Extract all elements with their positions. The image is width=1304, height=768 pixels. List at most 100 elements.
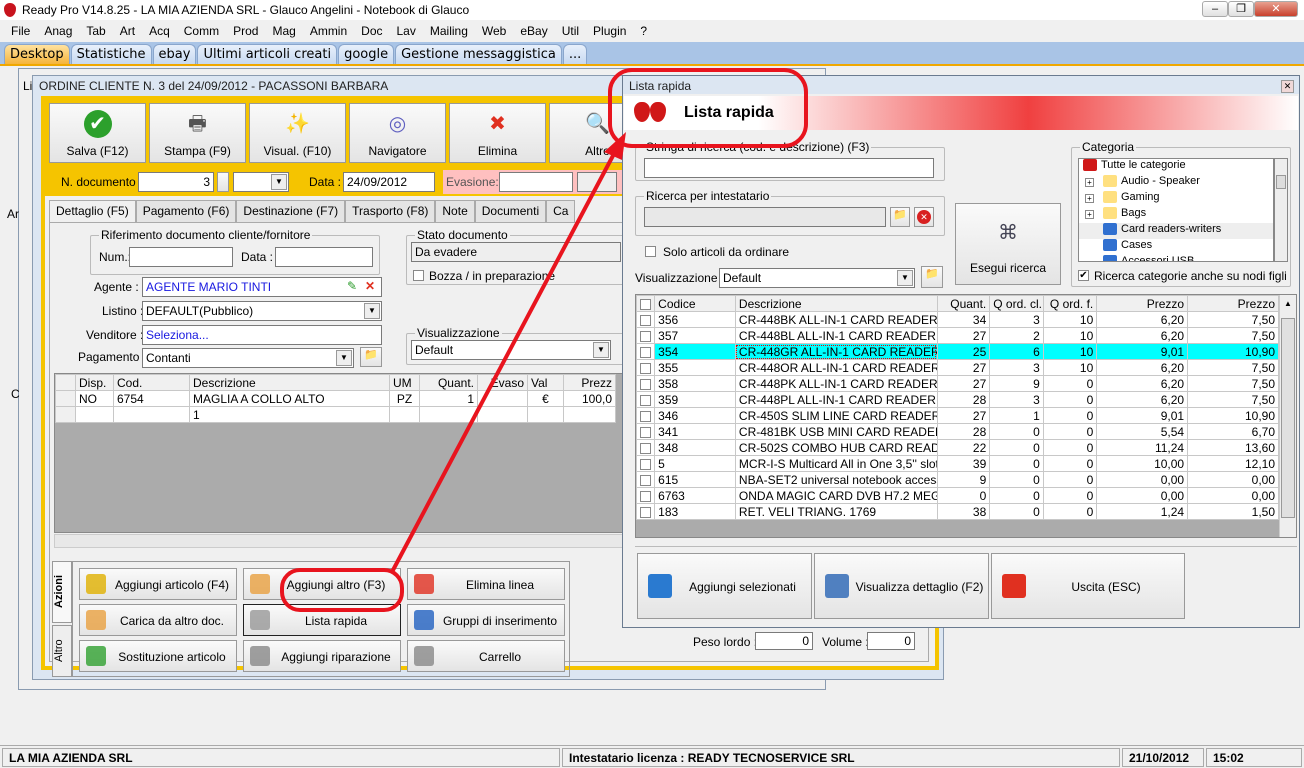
results-cell[interactable]: 2: [989, 327, 1044, 344]
results-cell[interactable]: 27: [936, 407, 991, 424]
results-cell[interactable]: 358: [654, 375, 736, 392]
results-cell[interactable]: 10,90: [1187, 407, 1279, 424]
aggiungi-selezionati-button[interactable]: Aggiungi selezionati: [637, 553, 812, 619]
toolbar-navigatore-button[interactable]: ◎ Navigatore: [349, 103, 446, 163]
toolbar-salva-f12-button[interactable]: ✔ Salva (F12): [49, 103, 146, 163]
results-header-codice[interactable]: Codice: [654, 295, 736, 312]
results-cell[interactable]: 6,70: [1187, 423, 1279, 440]
results-cell[interactable]: 0: [989, 455, 1044, 472]
results-cell[interactable]: 346: [654, 407, 736, 424]
results-header-prezzo[interactable]: Prezzo: [1187, 295, 1279, 312]
results-row[interactable]: 615 NBA-SET2 universal notebook access...…: [636, 471, 1279, 488]
results-cell[interactable]: 0: [1042, 391, 1098, 408]
grid-header-descrizione[interactable]: Descrizione: [189, 374, 390, 391]
category-node-accessori-usb[interactable]: Accessori USB: [1079, 255, 1273, 261]
results-cell[interactable]: 1,50: [1187, 503, 1279, 520]
menu-web[interactable]: Web: [475, 24, 513, 38]
expand-plus-icon[interactable]: +: [1085, 210, 1094, 219]
results-cell[interactable]: 356: [654, 311, 736, 328]
results-cell[interactable]: 615: [654, 471, 736, 488]
results-cell[interactable]: CR-448PL ALL-IN-1 CARD READER P...: [734, 391, 938, 408]
ndoc-series-select[interactable]: ▼: [233, 172, 289, 192]
results-scrollbar[interactable]: ▲: [1279, 295, 1296, 537]
bozza-checkbox[interactable]: [413, 270, 424, 281]
menu-lav[interactable]: Lav: [390, 24, 423, 38]
results-cell[interactable]: 0: [1042, 487, 1098, 504]
results-cell[interactable]: 6763: [654, 487, 736, 504]
category-node-tutte-le-categorie[interactable]: Tutte le categorie: [1079, 159, 1273, 175]
row-checkbox[interactable]: [636, 359, 656, 376]
results-cell[interactable]: 0: [1042, 407, 1098, 424]
results-row[interactable]: 183 RET. VELI TRIANG. 1769 38 0 0 1,24 1,50: [636, 503, 1279, 520]
row-checkbox[interactable]: [636, 391, 656, 408]
results-row[interactable]: 355 CR-448OR ALL-IN-1 CARD READER ... 27 3 1…: [636, 359, 1279, 376]
toolbar-stampa-f9-button[interactable]: 🖶 Stampa (F9): [149, 103, 246, 163]
tab-ebay[interactable]: ebay: [152, 44, 197, 64]
results-cell[interactable]: 0: [989, 503, 1044, 520]
results-cell[interactable]: 0: [936, 487, 991, 504]
results-cell[interactable]: RET. VELI TRIANG. 1769: [734, 503, 938, 520]
ndoc-input[interactable]: 3: [138, 172, 214, 192]
row-checkbox[interactable]: [636, 327, 656, 344]
row-checkbox[interactable]: [636, 407, 656, 424]
results-cell[interactable]: 10: [1042, 359, 1098, 376]
menu-tab[interactable]: Tab: [79, 24, 112, 38]
results-row[interactable]: 6763 ONDA MAGIC CARD DVB H7.2 MEG... 0 0 0 0,…: [636, 487, 1279, 504]
grid-row[interactable]: 1: [55, 406, 616, 423]
results-cell[interactable]: 10: [1042, 343, 1098, 360]
subtab-dettaglio-f5[interactable]: Dettaglio (F5): [49, 200, 136, 222]
results-cell[interactable]: 5,54: [1096, 423, 1189, 440]
results-cell[interactable]: CR-448OR ALL-IN-1 CARD READER ...: [734, 359, 938, 376]
results-cell[interactable]: 9,01: [1096, 407, 1189, 424]
category-node-gaming[interactable]: + Gaming: [1079, 191, 1273, 207]
results-cell[interactable]: CR-448GR ALL-IN-1 CARD READER ...: [734, 343, 938, 360]
action-aggiungi-altro-f3-button[interactable]: Aggiungi altro (F3): [243, 568, 401, 600]
lista-vis-select[interactable]: Default ▼: [719, 268, 915, 288]
results-cell[interactable]: 359: [654, 391, 736, 408]
edit-pencil-icon[interactable]: ✎: [347, 279, 357, 293]
uscita-esc-button[interactable]: Uscita (ESC): [991, 553, 1185, 619]
results-cell[interactable]: 0,00: [1187, 487, 1279, 504]
results-header-q-ord-cl[interactable]: Q ord. cl.: [989, 295, 1044, 312]
results-cell[interactable]: 0: [1042, 455, 1098, 472]
results-cell[interactable]: 354: [654, 343, 736, 360]
results-cell[interactable]: 22: [936, 439, 991, 456]
row-checkbox[interactable]: [636, 439, 656, 456]
tab-google[interactable]: google: [338, 44, 395, 64]
category-node-cases[interactable]: Cases: [1079, 239, 1273, 255]
action-lista-rapida-button[interactable]: Lista rapida: [243, 604, 401, 636]
results-cell[interactable]: 355: [654, 359, 736, 376]
grid-header-cod[interactable]: Cod.: [113, 374, 190, 391]
category-node-bags[interactable]: + Bags: [1079, 207, 1273, 223]
subtab-note[interactable]: Note: [435, 200, 475, 222]
results-row[interactable]: 341 CR-481BK USB MINI CARD READER ... 28 0 0…: [636, 423, 1279, 440]
grid-header-disp[interactable]: Disp.: [75, 374, 114, 391]
restore-button[interactable]: ❐: [1228, 1, 1254, 17]
results-cell[interactable]: CR-481BK USB MINI CARD READER ...: [734, 423, 938, 440]
row-checkbox[interactable]: [636, 487, 656, 504]
results-cell[interactable]: 27: [936, 327, 991, 344]
results-cell[interactable]: 34: [936, 311, 991, 328]
results-cell[interactable]: 6,20: [1096, 359, 1189, 376]
results-cell[interactable]: 25: [936, 343, 991, 360]
grid-cell[interactable]: [75, 406, 114, 423]
menu-anag[interactable]: Anag: [37, 24, 79, 38]
rif-num-input[interactable]: [129, 247, 233, 267]
action-carica-da-altro-doc-button[interactable]: Carica da altro doc.: [79, 604, 237, 636]
results-row[interactable]: 358 CR-448PK ALL-IN-1 CARD READER ... 27 9 0…: [636, 375, 1279, 392]
clear-x-icon[interactable]: ✕: [365, 279, 375, 293]
results-cell[interactable]: 7,50: [1187, 375, 1279, 392]
grid-cell[interactable]: [477, 390, 528, 407]
results-cell[interactable]: 10,90: [1187, 343, 1279, 360]
venditore-input[interactable]: Seleziona...: [142, 325, 382, 345]
results-cell[interactable]: 7,50: [1187, 327, 1279, 344]
subtab-destinazione-f7[interactable]: Destinazione (F7): [236, 200, 346, 222]
peso-input[interactable]: 0: [755, 632, 813, 650]
results-cell[interactable]: 6,20: [1096, 391, 1189, 408]
grid-header-evaso[interactable]: Evaso: [477, 374, 528, 391]
expand-plus-icon[interactable]: +: [1085, 194, 1094, 203]
results-row[interactable]: 348 CR-502S COMBO HUB CARD READE... 22 0 0 11…: [636, 439, 1279, 456]
grid-header-quant[interactable]: Quant.: [419, 374, 478, 391]
grid-cell[interactable]: [563, 406, 616, 423]
results-cell[interactable]: 13,60: [1187, 439, 1279, 456]
